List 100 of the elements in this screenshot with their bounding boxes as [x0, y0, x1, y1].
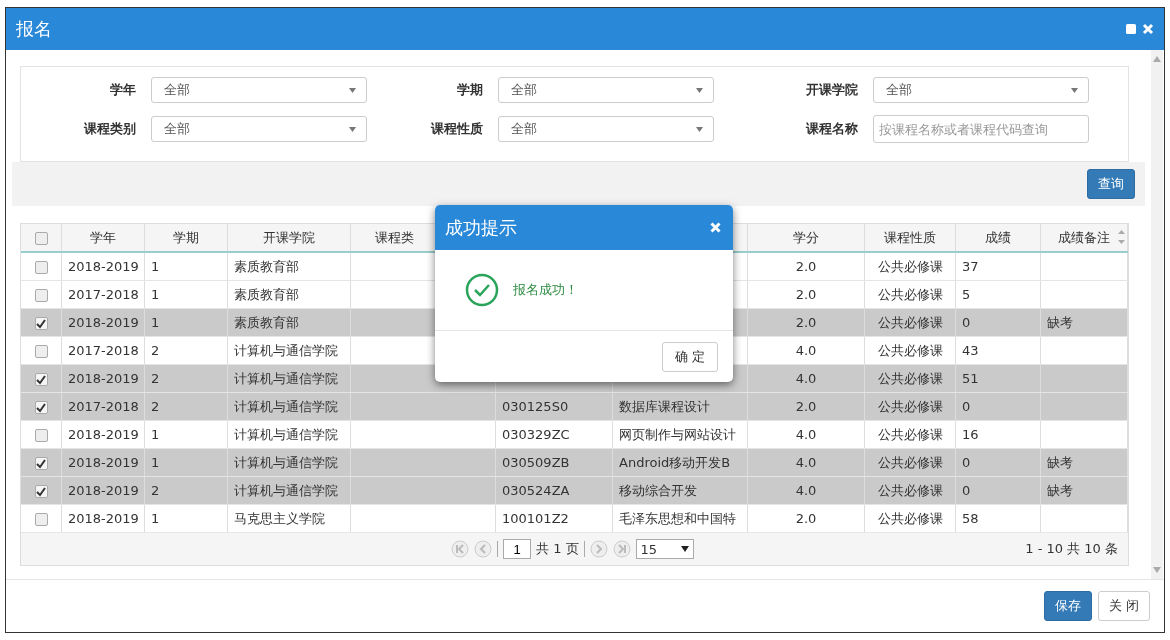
table-cell: 0: [962, 315, 971, 330]
table-cell: 缺考: [1047, 314, 1073, 330]
caret-icon: [696, 126, 703, 132]
ok-button[interactable]: 确 定: [661, 341, 718, 372]
table-cell: 2: [151, 399, 160, 414]
row-checkbox[interactable]: [34, 429, 48, 442]
table-row[interactable]: 2017-2018 2 计算机与通信学院 030125S0 数据库课程设计 2.0 公共必修课 0: [21, 392, 1128, 421]
page-size-dropdown[interactable]: 15: [635, 539, 694, 559]
save-button[interactable]: 保存: [1043, 591, 1092, 621]
column-header[interactable]: 学期: [173, 229, 199, 245]
table-cell: 毛泽东思想和中国特: [619, 510, 736, 526]
table-cell: 数据库课程设计: [619, 398, 710, 414]
table-cell: 030524ZA: [502, 483, 570, 498]
query-button[interactable]: 查询: [1087, 169, 1135, 199]
table-cell: 公共必修课: [877, 258, 943, 274]
table-cell: 2: [151, 343, 160, 358]
page-summary: 1 - 10 共 10 条: [1025, 540, 1118, 558]
filter-dropdown[interactable]: 全部: [498, 77, 714, 103]
filter-label: 课程性质: [429, 120, 483, 138]
table-cell: 4.0: [795, 455, 817, 470]
table-cell: 100101Z2: [502, 511, 569, 526]
column-header[interactable]: 成绩: [985, 229, 1011, 245]
table-cell: 0: [962, 483, 971, 498]
table-row[interactable]: 2018-2019 1 计算机与通信学院 030329ZC 网页制作与网站设计 4.0 公共必修课 16: [21, 420, 1128, 449]
column-header[interactable]: 学分: [793, 229, 819, 245]
table-cell: 1: [151, 427, 160, 442]
table-cell: Android移动开发B: [619, 454, 731, 470]
table-cell: 2018-2019: [68, 259, 139, 274]
row-checkbox[interactable]: [34, 261, 48, 274]
table-cell: 51: [962, 371, 979, 386]
last-page-icon[interactable]: [612, 540, 631, 558]
table-cell: 2.0: [795, 511, 817, 526]
close-icon[interactable]: [710, 222, 721, 233]
window-title: 报名: [16, 17, 53, 41]
table-cell: 移动综合开发: [619, 482, 697, 498]
table-cell: 计算机与通信学院: [234, 426, 338, 442]
table-cell: 58: [962, 511, 979, 526]
scroll-arrows-icon[interactable]: [1118, 229, 1125, 245]
table-cell: 16: [962, 427, 979, 442]
table-cell: 计算机与通信学院: [234, 342, 338, 358]
table-cell: 030125S0: [502, 399, 569, 414]
table-cell: 马克思主义学院: [234, 510, 325, 526]
table-row[interactable]: 2018-2019 2 计算机与通信学院 030524ZA 移动综合开发 4.0 公共必修课 0 缺考: [21, 476, 1128, 505]
table-cell: 2.0: [795, 315, 817, 330]
table-cell: 4.0: [795, 483, 817, 498]
next-page-icon[interactable]: [589, 540, 608, 558]
table-cell: 030329ZC: [502, 427, 570, 442]
row-checkbox[interactable]: [34, 513, 48, 526]
filter-dropdown[interactable]: 全部: [151, 77, 367, 103]
scroll-up-icon[interactable]: [1153, 56, 1161, 62]
table-cell: 公共必修课: [877, 314, 943, 330]
column-header[interactable]: 课程类: [375, 229, 414, 245]
caret-icon: [349, 87, 356, 93]
scrollbar[interactable]: [1151, 50, 1163, 579]
table-cell: 计算机与通信学院: [234, 398, 338, 414]
filter-dropdown[interactable]: 全部: [151, 116, 367, 142]
table-cell: 缺考: [1047, 482, 1073, 498]
table-cell: 2018-2019: [68, 455, 139, 470]
table-cell: 0: [962, 399, 971, 414]
table-cell: 0: [962, 455, 971, 470]
filter-dropdown[interactable]: 全部: [873, 77, 1089, 103]
select-all-checkbox[interactable]: [34, 232, 48, 245]
row-checkbox[interactable]: [34, 289, 48, 302]
close-icon[interactable]: [1142, 23, 1154, 35]
search-field[interactable]: 按课程名称或者课程代码查询: [873, 115, 1089, 143]
page-number-field[interactable]: 1: [503, 539, 531, 559]
table-cell: 2.0: [795, 287, 817, 302]
table-cell: 4.0: [795, 343, 817, 358]
table-cell: 公共必修课: [877, 426, 943, 442]
page-total: 共 1 页: [536, 540, 579, 558]
row-checkbox[interactable]: [34, 457, 48, 470]
column-header[interactable]: 学年: [90, 229, 116, 245]
table-cell: 公共必修课: [877, 286, 943, 302]
row-checkbox[interactable]: [34, 345, 48, 358]
caret-icon: [696, 87, 703, 93]
table-cell: 4.0: [795, 427, 817, 442]
dialog-message: 报名成功！: [513, 281, 578, 299]
row-checkbox[interactable]: [34, 373, 48, 386]
row-checkbox[interactable]: [34, 317, 48, 330]
row-checkbox[interactable]: [34, 485, 48, 498]
table-row[interactable]: 2018-2019 1 计算机与通信学院 030509ZB Android移动开发B 4.0 公共必修课 0 缺考: [21, 448, 1128, 477]
row-checkbox[interactable]: [34, 401, 48, 414]
table-cell: 公共必修课: [877, 510, 943, 526]
table-cell: 计算机与通信学院: [234, 454, 338, 470]
table-cell: 4.0: [795, 371, 817, 386]
maximize-icon[interactable]: [1126, 24, 1136, 34]
table-cell: 2018-2019: [68, 511, 139, 526]
caret-icon: [349, 126, 356, 132]
previous-page-icon[interactable]: [474, 540, 492, 558]
caret-icon: [680, 546, 689, 552]
table-cell: 2017-2018: [68, 343, 139, 358]
table-cell: 公共必修课: [877, 342, 943, 358]
table-cell: 素质教育部: [234, 258, 299, 274]
table-row[interactable]: 2018-2019 1 马克思主义学院 100101Z2 毛泽东思想和中国特 2.0 公共必修课 58: [21, 504, 1128, 533]
first-page-icon[interactable]: [451, 540, 469, 558]
filter-dropdown[interactable]: 全部: [498, 116, 714, 142]
scroll-down-icon[interactable]: [1153, 567, 1161, 573]
table-cell: 计算机与通信学院: [234, 370, 338, 386]
close-button[interactable]: 关 闭: [1097, 591, 1150, 621]
table-cell: 1: [151, 259, 160, 274]
